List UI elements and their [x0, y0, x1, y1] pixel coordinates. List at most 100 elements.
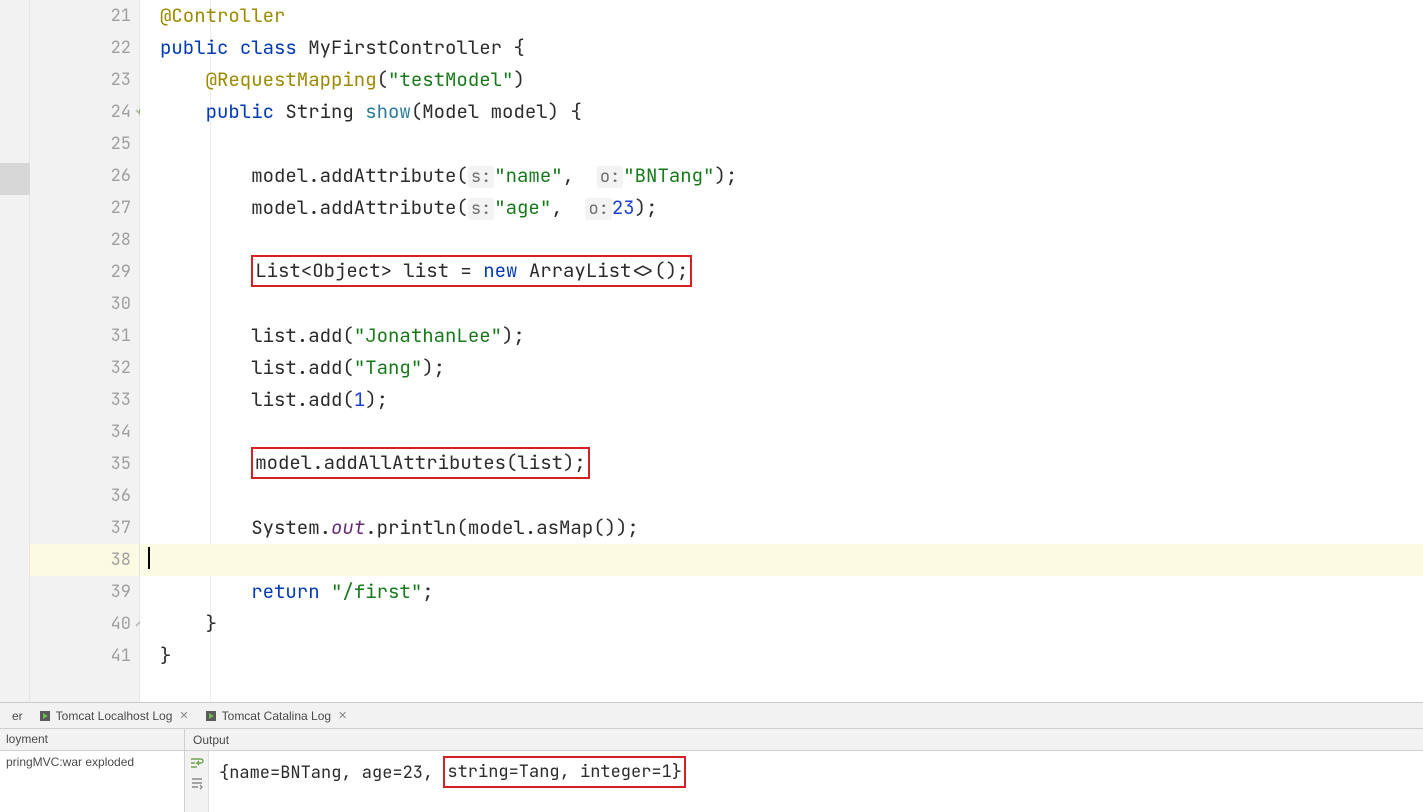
- console: {name=BNTang, age=23, string=Tang, integ…: [185, 751, 1423, 812]
- code-line: List<Object> list = new ArrayList<>();: [140, 256, 1423, 288]
- gutter-line: 26: [30, 160, 139, 192]
- tab-localhost-log[interactable]: Tomcat Localhost Log ✕: [31, 703, 197, 729]
- console-text-pre: {name=BNTang, age=23,: [219, 762, 443, 784]
- line-number: 41: [111, 645, 131, 667]
- deployment-item[interactable]: pringMVC:war exploded: [0, 751, 184, 812]
- soft-wrap-icon[interactable]: [189, 755, 205, 771]
- gutter-line: 40: [30, 608, 139, 640]
- line-number: 28: [111, 229, 131, 251]
- gutter-line: 24 @: [30, 96, 139, 128]
- param-hint: o:: [597, 166, 623, 188]
- line-number: 33: [111, 389, 131, 411]
- tab-label: Tomcat Catalina Log: [222, 709, 331, 723]
- line-number: 40: [111, 613, 131, 635]
- code-line: @RequestMapping("testModel"): [140, 64, 1423, 96]
- gutter-line: 35: [30, 448, 139, 480]
- line-number: 25: [111, 133, 131, 155]
- panel-body: loyment pringMVC:war exploded Output {na…: [0, 729, 1423, 812]
- line-number: 30: [111, 293, 131, 315]
- annotation: @Controller: [160, 3, 285, 28]
- gutter[interactable]: 21 22 23 24 @ 25 26 27 28 29 30 31 32 33…: [30, 0, 140, 702]
- line-number: 34: [111, 421, 131, 443]
- gutter-line: 38: [30, 544, 139, 576]
- gutter-line: 31: [30, 320, 139, 352]
- code-line: public class MyFirstController {: [140, 32, 1423, 64]
- console-output[interactable]: {name=BNTang, age=23, string=Tang, integ…: [209, 751, 1423, 812]
- line-number: 27: [111, 197, 131, 219]
- code-line: list.add("JonathanLee");: [140, 320, 1423, 352]
- code-line: list.add(1);: [140, 384, 1423, 416]
- line-number: 37: [111, 517, 131, 539]
- line-number: 23: [111, 69, 131, 91]
- code-line: [140, 224, 1423, 256]
- line-number: 22: [111, 37, 131, 59]
- tab-label: er: [12, 709, 23, 723]
- gutter-line: 28: [30, 224, 139, 256]
- code-line: [140, 288, 1423, 320]
- deployment-panel: loyment pringMVC:war exploded: [0, 729, 185, 812]
- deployment-header: loyment: [0, 729, 184, 751]
- code-line-current: [140, 544, 1423, 576]
- gutter-line: 41: [30, 640, 139, 672]
- output-panel: Output {name=BNTang, age=23, string=Tang…: [185, 729, 1423, 812]
- close-icon[interactable]: ✕: [338, 709, 347, 722]
- gutter-line: 37: [30, 512, 139, 544]
- code-line: public String show(Model model) {: [140, 96, 1423, 128]
- line-number: 32: [111, 357, 131, 379]
- panel-tabs: er Tomcat Localhost Log ✕ Tomcat Catalin…: [0, 703, 1423, 729]
- code-line: model.addAttribute(s:"name", o:"BNTang")…: [140, 160, 1423, 192]
- line-number: 21: [111, 5, 131, 27]
- param-hint: s:: [468, 198, 494, 220]
- gutter-line: 34: [30, 416, 139, 448]
- code-line: list.add("Tang");: [140, 352, 1423, 384]
- console-toolbar: [185, 751, 209, 812]
- highlight-box: model.addAllAttributes(list);: [251, 447, 590, 479]
- tab-catalina-log[interactable]: Tomcat Catalina Log ✕: [197, 703, 356, 729]
- tab-server[interactable]: er: [4, 703, 31, 729]
- gutter-line: 23: [30, 64, 139, 96]
- line-number: 39: [111, 581, 131, 603]
- output-header: Output: [185, 729, 1423, 751]
- code-line: model.addAllAttributes(list);: [140, 448, 1423, 480]
- code-area[interactable]: @Controller public class MyFirstControll…: [140, 0, 1423, 702]
- code-line: @Controller: [140, 0, 1423, 32]
- bottom-panel: er Tomcat Localhost Log ✕ Tomcat Catalin…: [0, 702, 1423, 812]
- close-icon[interactable]: ✕: [179, 709, 188, 722]
- run-icon: [205, 710, 217, 722]
- param-hint: s:: [468, 166, 494, 188]
- gutter-line: 36: [30, 480, 139, 512]
- code-line: [140, 416, 1423, 448]
- line-number: 36: [111, 485, 131, 507]
- line-number: 38: [111, 549, 131, 571]
- run-icon: [39, 710, 51, 722]
- editor: 21 22 23 24 @ 25 26 27 28 29 30 31 32 33…: [0, 0, 1423, 702]
- gutter-line: 21: [30, 0, 139, 32]
- gutter-line: 25: [30, 128, 139, 160]
- code-line: System.out.println(model.asMap());: [140, 512, 1423, 544]
- ide-window: 21 22 23 24 @ 25 26 27 28 29 30 31 32 33…: [0, 0, 1423, 812]
- caret: [148, 547, 150, 569]
- code-line: }: [140, 640, 1423, 672]
- code-line: }: [140, 608, 1423, 640]
- highlight-box: string=Tang, integer=1}: [443, 756, 686, 788]
- code-line: model.addAttribute(s:"age", o:23);: [140, 192, 1423, 224]
- line-number: 31: [111, 325, 131, 347]
- line-number: 24: [111, 101, 131, 123]
- gutter-line: 33: [30, 384, 139, 416]
- gutter-line: 27: [30, 192, 139, 224]
- param-hint: o:: [585, 198, 611, 220]
- gutter-line: 29: [30, 256, 139, 288]
- code-line: [140, 128, 1423, 160]
- code-line: return "/first";: [140, 576, 1423, 608]
- scroll-to-end-icon[interactable]: [189, 775, 205, 791]
- line-number: 26: [111, 165, 131, 187]
- code-line: [140, 480, 1423, 512]
- line-number: 29: [111, 261, 131, 283]
- gutter-line: 30: [30, 288, 139, 320]
- line-number: 35: [111, 453, 131, 475]
- highlight-box: List<Object> list = new ArrayList<>();: [251, 255, 692, 287]
- gutter-line: 32: [30, 352, 139, 384]
- marker-strip: [0, 0, 30, 702]
- marker-strip-selection: [0, 163, 30, 195]
- gutter-line: 22: [30, 32, 139, 64]
